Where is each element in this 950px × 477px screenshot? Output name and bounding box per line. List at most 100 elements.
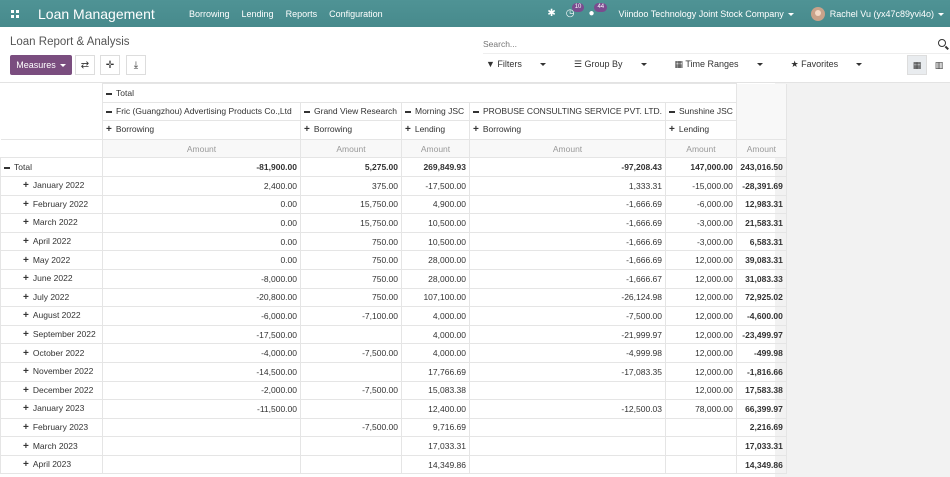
favorites-button[interactable]: ★ Favorites <box>791 59 877 70</box>
value-cell[interactable]: 375.00 <box>300 175 402 196</box>
time-ranges-button[interactable]: ▦ Time Ranges <box>675 59 777 70</box>
apps-menu-icon[interactable] <box>0 0 30 27</box>
user-menu[interactable]: Rachel Vu (yx47c89yvi4o) <box>830 9 944 19</box>
value-cell[interactable]: -21,999.97 <box>468 324 667 345</box>
col-header-total[interactable]: Total <box>102 83 737 103</box>
col-header-partner[interactable]: Grand View Research <box>300 101 402 122</box>
row-header[interactable]: + July 2022 <box>0 287 103 308</box>
value-cell[interactable]: 78,000.00 <box>665 399 737 419</box>
row-header[interactable]: + April 2023 <box>0 454 103 475</box>
measure-header[interactable]: Amount <box>665 138 737 159</box>
value-cell[interactable] <box>665 417 737 438</box>
group-by-button[interactable]: ☰ Group By <box>574 59 661 70</box>
value-cell[interactable] <box>468 454 667 475</box>
value-cell[interactable]: -81,900.00 <box>102 157 301 177</box>
value-cell[interactable]: 15,083.38 <box>401 380 470 401</box>
value-cell[interactable]: 1,333.31 <box>468 175 667 196</box>
value-cell[interactable]: 15,750.00 <box>300 194 402 215</box>
search-input[interactable] <box>483 36 913 52</box>
value-cell[interactable]: 4,900.00 <box>401 194 470 215</box>
row-header[interactable]: + February 2023 <box>0 417 103 438</box>
value-cell[interactable]: -7,500.00 <box>300 380 402 401</box>
value-cell[interactable]: -12,500.03 <box>468 399 667 419</box>
row-total-cell[interactable]: 6,583.31 <box>735 231 787 252</box>
row-header[interactable]: + May 2022 <box>0 250 103 270</box>
value-cell[interactable]: 12,000.00 <box>665 250 737 270</box>
row-header[interactable]: + November 2022 <box>0 361 103 382</box>
value-cell[interactable]: 12,000.00 <box>665 306 737 326</box>
row-header[interactable]: + October 2022 <box>0 343 103 363</box>
value-cell[interactable]: -7,500.00 <box>300 343 402 363</box>
col-header-type[interactable]: + Lending <box>401 120 470 140</box>
row-total-cell[interactable]: 17,033.31 <box>735 436 787 456</box>
value-cell[interactable]: 4,000.00 <box>401 324 470 345</box>
row-total-cell[interactable]: 2,216.69 <box>735 417 787 438</box>
measure-header[interactable]: Amount <box>102 138 301 159</box>
value-cell[interactable]: 28,000.00 <box>401 250 470 270</box>
menu-lending[interactable]: Lending <box>242 9 274 19</box>
expand-all-button[interactable]: ✛ <box>100 55 120 75</box>
row-header[interactable]: Total <box>0 157 103 177</box>
filters-button[interactable]: ▼ Filters <box>486 59 560 70</box>
menu-borrowing[interactable]: Borrowing <box>189 9 230 19</box>
value-cell[interactable]: -8,000.00 <box>102 268 301 289</box>
value-cell[interactable]: -7,500.00 <box>300 417 402 438</box>
row-header[interactable]: + March 2023 <box>0 436 103 456</box>
value-cell[interactable]: 4,000.00 <box>401 306 470 326</box>
row-header[interactable]: + January 2022 <box>0 175 103 196</box>
value-cell[interactable]: 9,716.69 <box>401 417 470 438</box>
value-cell[interactable]: 10,500.00 <box>401 213 470 233</box>
col-header-partner[interactable]: Sunshine JSC <box>665 101 737 122</box>
value-cell[interactable]: -7,100.00 <box>300 306 402 326</box>
row-header[interactable]: + August 2022 <box>0 306 103 326</box>
avatar[interactable] <box>810 6 825 21</box>
menu-reports[interactable]: Reports <box>286 9 318 19</box>
value-cell[interactable] <box>300 436 402 456</box>
value-cell[interactable]: -26,124.98 <box>468 287 667 308</box>
value-cell[interactable] <box>102 454 301 475</box>
row-header[interactable]: + April 2022 <box>0 231 103 252</box>
value-cell[interactable]: -6,000.00 <box>102 306 301 326</box>
value-cell[interactable]: -3,000.00 <box>665 213 737 233</box>
value-cell[interactable]: 0.00 <box>102 231 301 252</box>
bug-icon[interactable]: ✱ <box>547 8 555 19</box>
row-total-cell[interactable]: 14,349.86 <box>735 454 787 475</box>
row-total-cell[interactable]: 12,983.31 <box>735 194 787 215</box>
row-total-cell[interactable]: 39,083.31 <box>735 250 787 270</box>
value-cell[interactable]: -17,500.00 <box>102 324 301 345</box>
value-cell[interactable]: 269,849.93 <box>401 157 470 177</box>
pivot-view-button[interactable]: ▦ <box>907 55 927 75</box>
row-header[interactable]: + September 2022 <box>0 324 103 345</box>
messages-icon[interactable]: ● 44 <box>588 3 608 19</box>
value-cell[interactable]: -1,666.69 <box>468 231 667 252</box>
row-total-cell[interactable]: -4,600.00 <box>735 306 787 326</box>
measure-header[interactable]: Amount <box>468 138 667 159</box>
value-cell[interactable]: 14,349.86 <box>401 454 470 475</box>
value-cell[interactable]: 12,400.00 <box>401 399 470 419</box>
value-cell[interactable]: 12,000.00 <box>665 268 737 289</box>
value-cell[interactable]: -4,000.00 <box>102 343 301 363</box>
value-cell[interactable]: -2,000.00 <box>102 380 301 401</box>
value-cell[interactable] <box>665 454 737 475</box>
value-cell[interactable]: 0.00 <box>102 213 301 233</box>
row-total-cell[interactable]: 66,399.97 <box>735 399 787 419</box>
value-cell[interactable] <box>468 380 667 401</box>
value-cell[interactable]: 28,000.00 <box>401 268 470 289</box>
value-cell[interactable] <box>300 361 402 382</box>
value-cell[interactable]: -11,500.00 <box>102 399 301 419</box>
value-cell[interactable]: 2,400.00 <box>102 175 301 196</box>
value-cell[interactable] <box>300 399 402 419</box>
value-cell[interactable] <box>468 417 667 438</box>
value-cell[interactable]: -4,999.98 <box>468 343 667 363</box>
value-cell[interactable] <box>102 417 301 438</box>
row-total-cell[interactable]: -1,816.66 <box>735 361 787 382</box>
flip-axis-button[interactable]: ⇄ <box>75 55 95 75</box>
value-cell[interactable] <box>300 324 402 345</box>
row-total-cell[interactable]: 243,016.50 <box>735 157 787 177</box>
measure-header[interactable]: Amount <box>401 138 470 159</box>
value-cell[interactable]: -15,000.00 <box>665 175 737 196</box>
value-cell[interactable]: 17,766.69 <box>401 361 470 382</box>
value-cell[interactable]: -1,666.69 <box>468 213 667 233</box>
value-cell[interactable]: 4,000.00 <box>401 343 470 363</box>
value-cell[interactable]: 750.00 <box>300 231 402 252</box>
